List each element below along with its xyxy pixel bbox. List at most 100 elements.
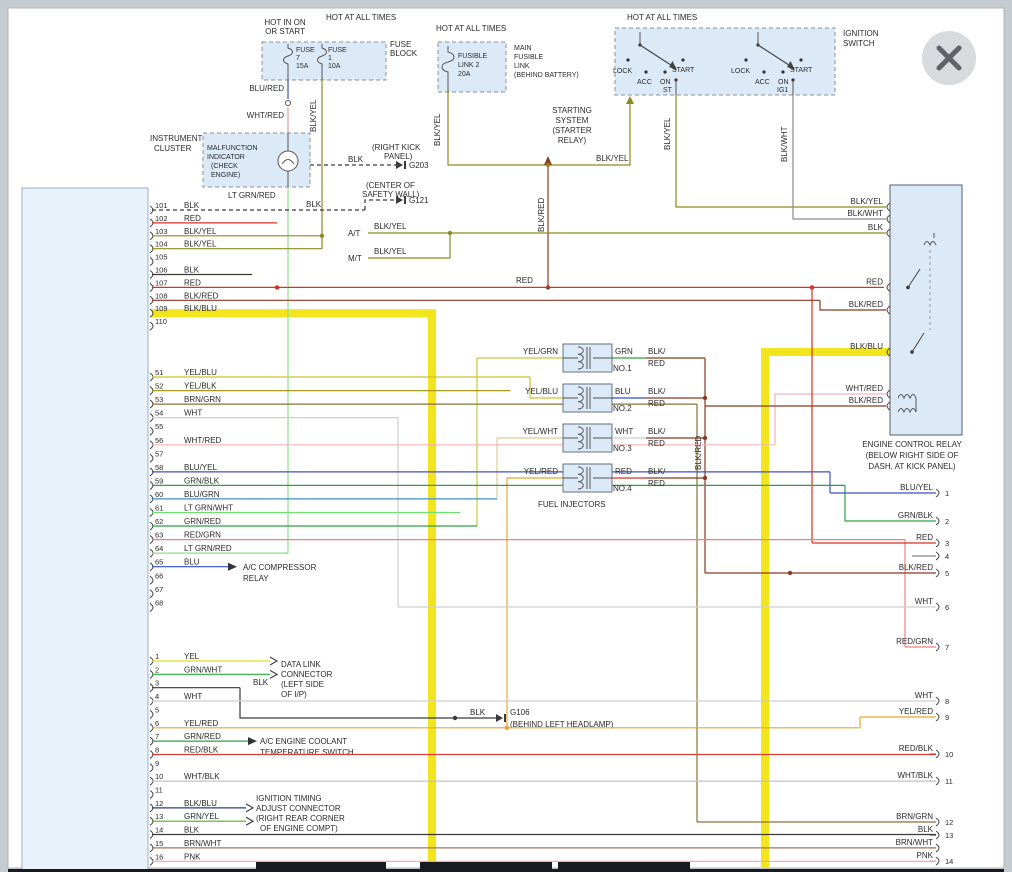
relay-input-label: BLK/YEL	[851, 197, 884, 206]
pin-wire-label: BLK	[918, 825, 934, 834]
label-fuse-block-2: BLOCK	[390, 49, 418, 58]
pin-wire-label: BLK/RED	[899, 563, 933, 572]
pin-wire-label: YEL/BLU	[184, 368, 217, 377]
label-hot-at-all-times: HOT AT ALL TIMES	[326, 13, 396, 22]
timing-1: IGNITION TIMING	[256, 794, 322, 803]
ign-right-lock: LOCK	[731, 68, 750, 75]
label-hot-in-on-1: HOT IN ON	[264, 18, 305, 27]
g203-loc-1: (RIGHT KICK	[372, 143, 421, 152]
label-instrument-2: CLUSTER	[154, 144, 192, 153]
injector-number: NO.3	[613, 444, 632, 453]
wire-blk: BLK	[253, 678, 269, 687]
wire-blk-red: BLK/RED	[694, 436, 703, 470]
relay-input-label: BLK/RED	[849, 300, 883, 309]
pin-wire-label: WHT	[915, 691, 933, 700]
dlc-1: DATA LINK	[281, 660, 321, 669]
splice-label: BLK/	[648, 467, 666, 476]
ign-left-start: START	[672, 67, 695, 74]
pin-number: 106	[155, 266, 168, 275]
pin-number: 14	[945, 857, 953, 866]
injector-input-label: YEL/WHT	[522, 427, 558, 436]
pin-wire-label: WHT	[915, 597, 933, 606]
close-button[interactable]	[922, 31, 976, 85]
pin-wire-label: GRN/RED	[184, 732, 221, 741]
injector-output-label: GRN	[615, 347, 633, 356]
wire-blk-yel: BLK/YEL	[433, 113, 442, 146]
pin-number: 13	[155, 812, 163, 821]
pin-wire-label: YEL/BLK	[184, 382, 217, 391]
g121-loc-1: (CENTER OF	[366, 181, 415, 190]
pin-wire-label: RED/BLK	[899, 744, 934, 753]
pin-wire-label: WHT/RED	[184, 436, 222, 445]
wiring-diagram: HOT IN ON OR START HOT AT ALL TIMES HOT …	[0, 0, 1012, 872]
relay-input-label: WHT/RED	[846, 384, 884, 393]
pin-wire-label: BLK/BLU	[184, 799, 217, 808]
pin-number: 1	[155, 652, 159, 661]
label-hot-in-on-2: OR START	[265, 27, 305, 36]
pin-number: 66	[155, 571, 163, 580]
pin-number: 52	[155, 382, 163, 391]
pin-wire-label: BLU/YEL	[900, 483, 933, 492]
pin-wire-label: BRN/WHT	[896, 838, 933, 847]
pin-wire-label: LT GRN/RED	[184, 544, 232, 553]
injector-input-label: YEL/RED	[524, 467, 558, 476]
ign-right-on: ON	[778, 79, 789, 86]
pin-number: 4	[945, 552, 949, 561]
pin-number: 55	[155, 422, 163, 431]
pin-wire-label: PNK	[917, 851, 934, 860]
timing-4: OF ENGINE COMPT)	[260, 824, 338, 833]
engine-control-relay-box	[890, 185, 962, 435]
pin-number: 7	[945, 643, 949, 652]
injector-output-label: BLU	[615, 387, 631, 396]
malfunction-2: INDICATOR	[207, 154, 245, 161]
wire-blk: BLK	[470, 708, 486, 717]
pin-wire-label: RED/GRN	[184, 531, 221, 540]
pin-number: 3	[945, 539, 949, 548]
label-ignition-switch-1: IGNITION	[843, 29, 879, 38]
pin-wire-label: RED/GRN	[896, 637, 933, 646]
malfunction-indicator-lamp	[278, 151, 298, 171]
label-instrument-1: INSTRUMENT	[150, 134, 203, 143]
relay-title-3: DASH, AT KICK PANEL)	[868, 462, 955, 471]
coolant-1: A/C ENGINE COOLANT	[260, 737, 347, 746]
pin-number: 102	[155, 214, 168, 223]
fuse1-line2: 1	[328, 55, 332, 62]
splice-label: RED	[648, 479, 665, 488]
pin-wire-label: BLK	[184, 826, 200, 835]
main-fusible-link-2: FUSIBLE	[514, 54, 544, 61]
injector-input-label: YEL/BLU	[525, 387, 558, 396]
wire-blk: BLK	[306, 200, 322, 209]
pin-number: 11	[155, 786, 163, 795]
dlc-3: (LEFT SIDE	[281, 680, 324, 689]
pin-number: 3	[155, 679, 159, 688]
pin-number: 7	[155, 732, 159, 741]
timing-2: ADJUST CONNECTOR	[256, 804, 341, 813]
wire-wht-red: WHT/RED	[247, 111, 285, 120]
ac-comp-1: A/C COMPRESSOR	[243, 563, 317, 572]
relay-title-1: ENGINE CONTROL RELAY	[862, 440, 962, 449]
starting-4: RELAY)	[558, 136, 587, 145]
wire-blk-yel: BLK/YEL	[374, 222, 407, 231]
fuse7-line3: 15A	[296, 63, 309, 70]
malfunction-4: ENGINE)	[211, 172, 240, 179]
left-ecu-connector	[22, 188, 148, 872]
pin-number: 8	[155, 746, 159, 755]
pin-wire-label: GRN/YEL	[184, 812, 220, 821]
injector-number: NO.4	[613, 484, 632, 493]
pin-wire-label: WHT/BLK	[897, 771, 933, 780]
pin-number: 9	[155, 759, 159, 768]
pin-number: 6	[155, 719, 159, 728]
wire-mt: M/T	[348, 254, 362, 263]
pin-number: 104	[155, 240, 168, 249]
pin-number: 64	[155, 544, 163, 553]
pin-number: 10	[155, 772, 163, 781]
pin-wire-label: BLK	[184, 266, 200, 275]
ign-right-acc: ACC	[755, 79, 770, 86]
splice-label: RED	[648, 359, 665, 368]
splice-label: RED	[648, 439, 665, 448]
fuel-injectors-title: FUEL INJECTORS	[538, 500, 606, 509]
pin-wire-label: GRN/BLK	[184, 476, 220, 485]
wire-blk-yel: BLK/YEL	[596, 154, 629, 163]
wire-red: RED	[516, 276, 533, 285]
pin-number: 107	[155, 278, 168, 287]
